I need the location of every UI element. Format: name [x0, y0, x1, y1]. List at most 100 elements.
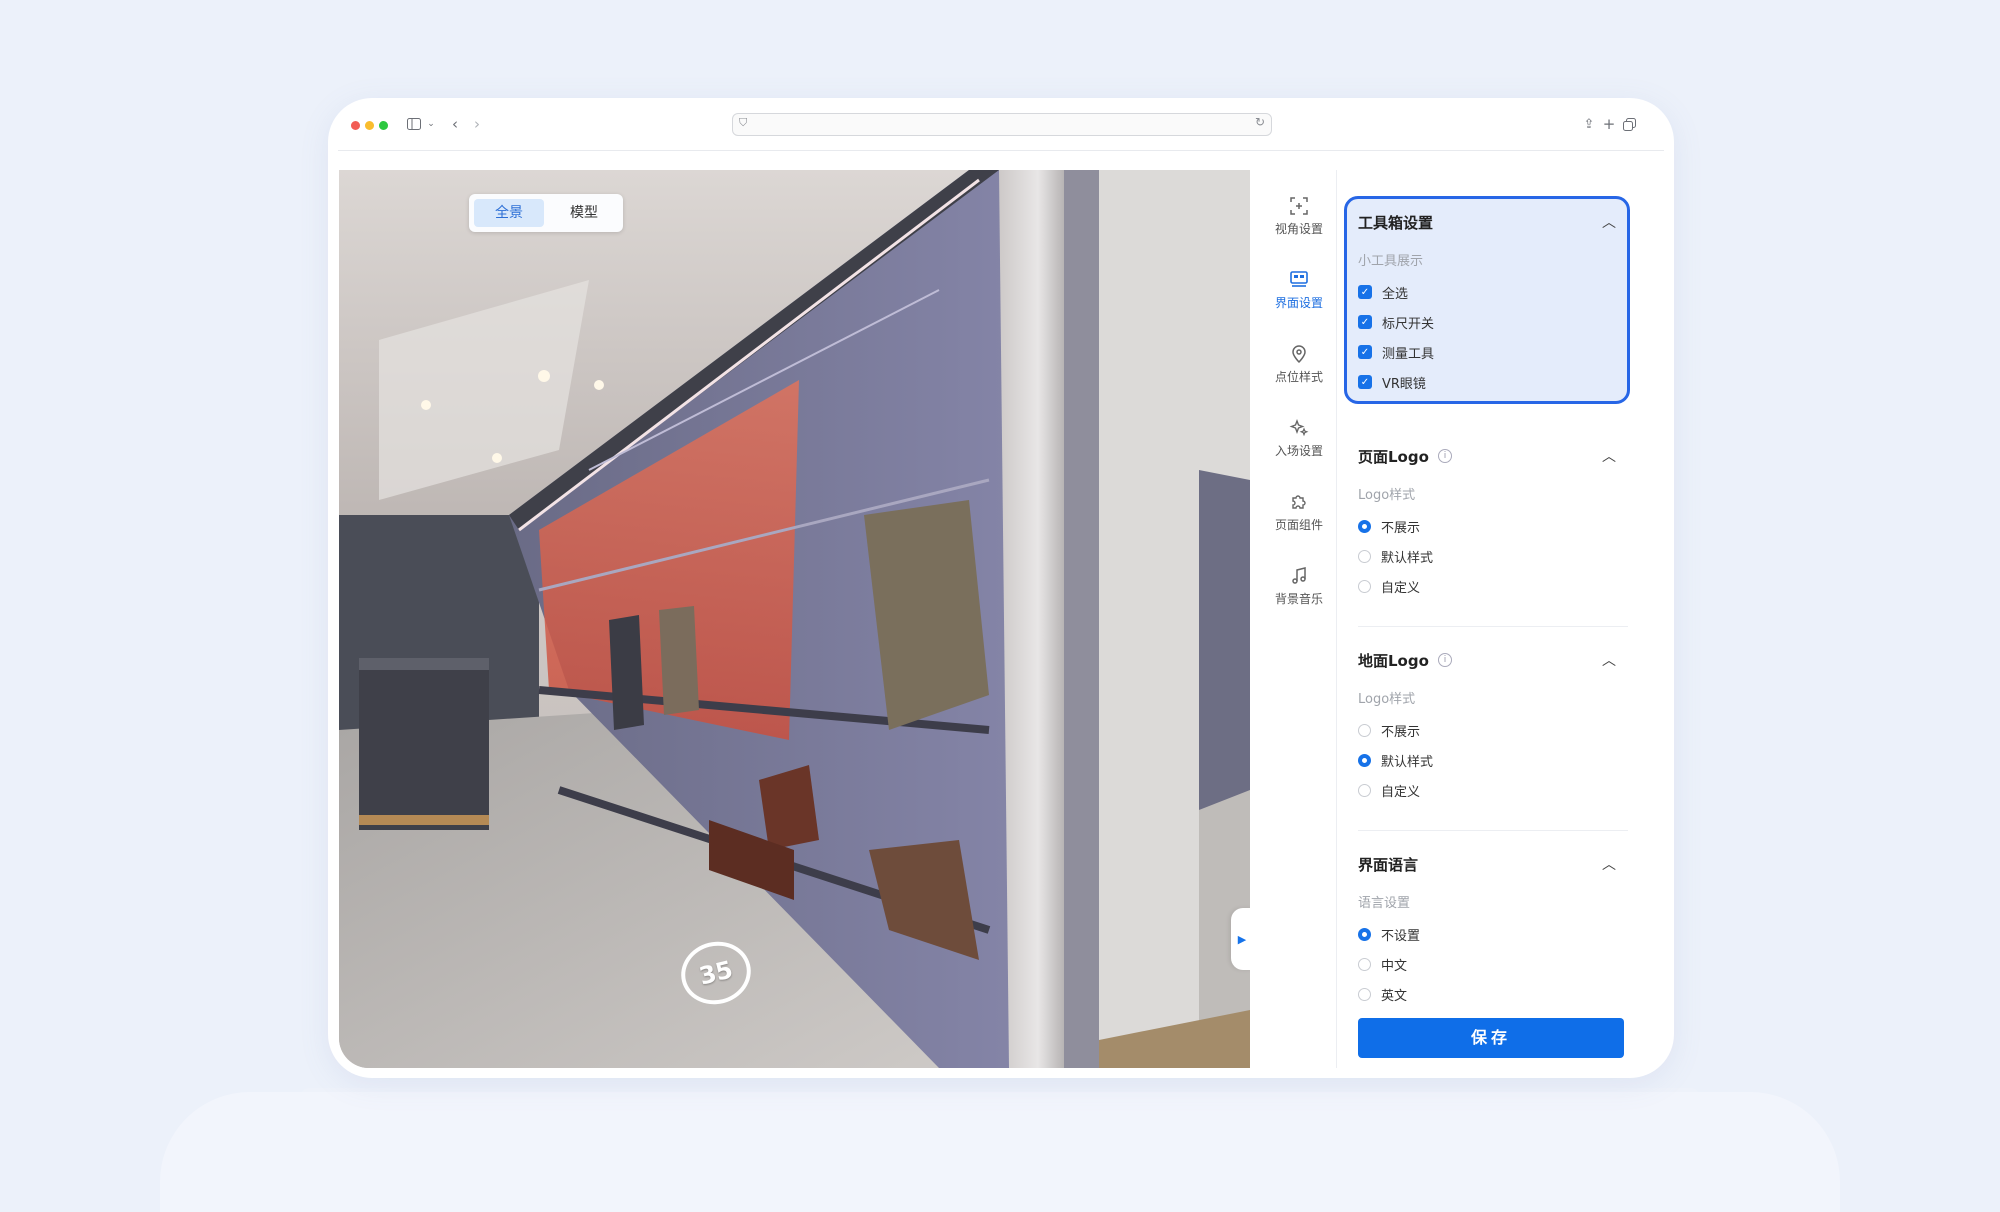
chevron-down-icon[interactable]: ⌄ [426, 114, 436, 134]
toolbox-header[interactable]: 工具箱设置 ︿ [1346, 212, 1628, 236]
info-icon[interactable]: i [1438, 653, 1452, 667]
reload-icon[interactable]: ↻ [1255, 115, 1265, 129]
check-icon: ✓ [1358, 285, 1372, 299]
section-subtitle: 语言设置 [1358, 896, 1411, 911]
radio-page-logo-hidden[interactable]: 不展示 [1358, 516, 1420, 536]
check-icon: ✓ [1358, 315, 1372, 329]
section-divider [1358, 830, 1628, 831]
radio-ground-logo-hidden[interactable]: 不展示 [1358, 720, 1420, 740]
panorama-viewer[interactable]: 全景 模型 35 ▶ [339, 170, 1250, 1068]
nav-label: 点位样式 [1274, 370, 1323, 384]
page-logo-section: 页面Logo i ︿ Logo样式 不展示 默认样式 自定义 [1346, 446, 1628, 596]
sparkle-icon [1289, 419, 1309, 437]
nav-item-entrance[interactable]: 入场设置 [1262, 408, 1336, 468]
radio-ground-logo-custom[interactable]: 自定义 [1358, 780, 1420, 800]
share-icon[interactable]: ⇪ [1582, 114, 1596, 134]
checkbox-ruler[interactable]: ✓ 标尺开关 [1358, 312, 1434, 332]
play-arrow-icon: ▶ [1237, 932, 1247, 946]
collapse-panel-button[interactable]: ▶ [1231, 908, 1250, 970]
address-bar[interactable]: ⛉ ↻ [732, 113, 1272, 136]
tab-panorama[interactable]: 全景 [474, 199, 544, 227]
nav-item-point-style[interactable]: 点位样式 [1262, 334, 1336, 394]
language-header[interactable]: 界面语言 ︿ [1346, 854, 1628, 878]
nav-item-page-components[interactable]: 页面组件 [1262, 482, 1336, 542]
checkbox-measure[interactable]: ✓ 测量工具 [1358, 342, 1434, 362]
tab-model[interactable]: 模型 [549, 199, 619, 227]
location-pin-icon [1292, 345, 1306, 364]
radio-dot [1358, 549, 1371, 563]
check-icon: ✓ [1358, 345, 1372, 359]
nav-label: 页面组件 [1274, 518, 1323, 532]
toolbox-section: 工具箱设置 ︿ 小工具展示 ✓ 全选 ✓ 标尺开关 ✓ 测量工具 ✓ VR眼镜 [1346, 212, 1628, 392]
toolbar-divider [338, 150, 1664, 151]
radio-ground-logo-default[interactable]: 默认样式 [1358, 750, 1433, 770]
section-title: 地面Logo [1358, 652, 1429, 670]
radio-dot [1358, 927, 1371, 941]
nav-item-view-angle[interactable]: 视角设置 [1262, 186, 1336, 246]
radio-language-english[interactable]: 英文 [1358, 984, 1407, 1004]
radio-dot [1358, 579, 1371, 593]
section-divider [1358, 626, 1628, 627]
view-mode-switch: 全景 模型 [469, 194, 623, 232]
zoom-window-button[interactable] [379, 121, 388, 130]
radio-page-logo-default[interactable]: 默认样式 [1358, 546, 1433, 566]
shield-icon: ⛉ [739, 116, 748, 129]
device-stand [160, 1092, 1840, 1212]
radio-dot [1358, 987, 1371, 1001]
info-icon[interactable]: i [1438, 449, 1452, 463]
section-subtitle: Logo样式 [1358, 488, 1416, 503]
minimize-window-button[interactable] [365, 121, 374, 130]
back-icon[interactable]: ‹ [448, 114, 462, 134]
tabs-icon[interactable] [1622, 114, 1636, 134]
radio-dot [1358, 519, 1371, 533]
section-title: 工具箱设置 [1358, 214, 1434, 232]
save-button[interactable]: 保存 [1358, 1018, 1624, 1058]
ground-logo-header[interactable]: 地面Logo i ︿ [1346, 650, 1628, 674]
chevron-up-icon[interactable]: ︿ [1602, 212, 1616, 232]
radio-label: 自定义 [1381, 784, 1421, 800]
view-angle-icon [1290, 197, 1308, 215]
forward-icon[interactable]: › [470, 114, 484, 134]
section-subtitle: 小工具展示 [1358, 254, 1424, 269]
radio-label: 默认样式 [1381, 550, 1434, 566]
nav-label: 界面设置 [1274, 296, 1323, 310]
chevron-up-icon[interactable]: ︿ [1602, 854, 1616, 874]
radio-label: 不展示 [1381, 520, 1421, 536]
plus-icon[interactable]: + [1602, 114, 1616, 134]
radio-label: 默认样式 [1381, 754, 1434, 770]
chevron-up-icon[interactable]: ︿ [1602, 650, 1616, 670]
nav-item-bg-music[interactable]: 背景音乐 [1262, 556, 1336, 616]
nav-item-interface[interactable]: 界面设置 [1262, 260, 1336, 320]
sidebar-icon[interactable] [406, 114, 422, 134]
interface-icon [1290, 271, 1308, 287]
radio-language-none[interactable]: 不设置 [1358, 924, 1420, 944]
radio-label: 中文 [1381, 958, 1408, 974]
radio-label: 自定义 [1381, 580, 1421, 596]
settings-content: 工具箱设置 ︿ 小工具展示 ✓ 全选 ✓ 标尺开关 ✓ 测量工具 ✓ VR眼镜 页面Lo… [1336, 170, 1650, 1068]
section-subtitle: Logo样式 [1358, 692, 1416, 707]
panorama-scene [339, 170, 1250, 1068]
puzzle-icon [1292, 495, 1306, 509]
close-window-button[interactable] [351, 121, 360, 130]
music-note-icon [1292, 567, 1306, 584]
settings-nav: 视角设置 界面设置 点位样式 入场设置 页面组件 背景音乐 [1262, 170, 1337, 1068]
ground-logo-section: 地面Logo i ︿ Logo样式 不展示 默认样式 自定义 [1346, 650, 1628, 800]
radio-label: 不展示 [1381, 724, 1421, 740]
checkbox-label: 全选 [1382, 286, 1409, 302]
nav-label: 背景音乐 [1274, 592, 1323, 606]
section-title: 页面Logo [1358, 448, 1429, 466]
radio-language-chinese[interactable]: 中文 [1358, 954, 1407, 974]
radio-dot [1358, 723, 1371, 737]
radio-dot [1358, 957, 1371, 971]
checkbox-label: 标尺开关 [1382, 316, 1435, 332]
checkbox-label: 测量工具 [1382, 346, 1435, 362]
check-icon: ✓ [1358, 375, 1372, 389]
browser-toolbar: ⌄ ‹ › ⛉ ↻ ⇪ + [328, 98, 1674, 151]
checkbox-select-all[interactable]: ✓ 全选 [1358, 282, 1408, 302]
radio-label: 英文 [1381, 988, 1408, 1004]
radio-dot [1358, 753, 1371, 767]
page-logo-header[interactable]: 页面Logo i ︿ [1346, 446, 1628, 470]
chevron-up-icon[interactable]: ︿ [1602, 446, 1616, 466]
radio-page-logo-custom[interactable]: 自定义 [1358, 576, 1420, 596]
checkbox-vr[interactable]: ✓ VR眼镜 [1358, 372, 1426, 392]
